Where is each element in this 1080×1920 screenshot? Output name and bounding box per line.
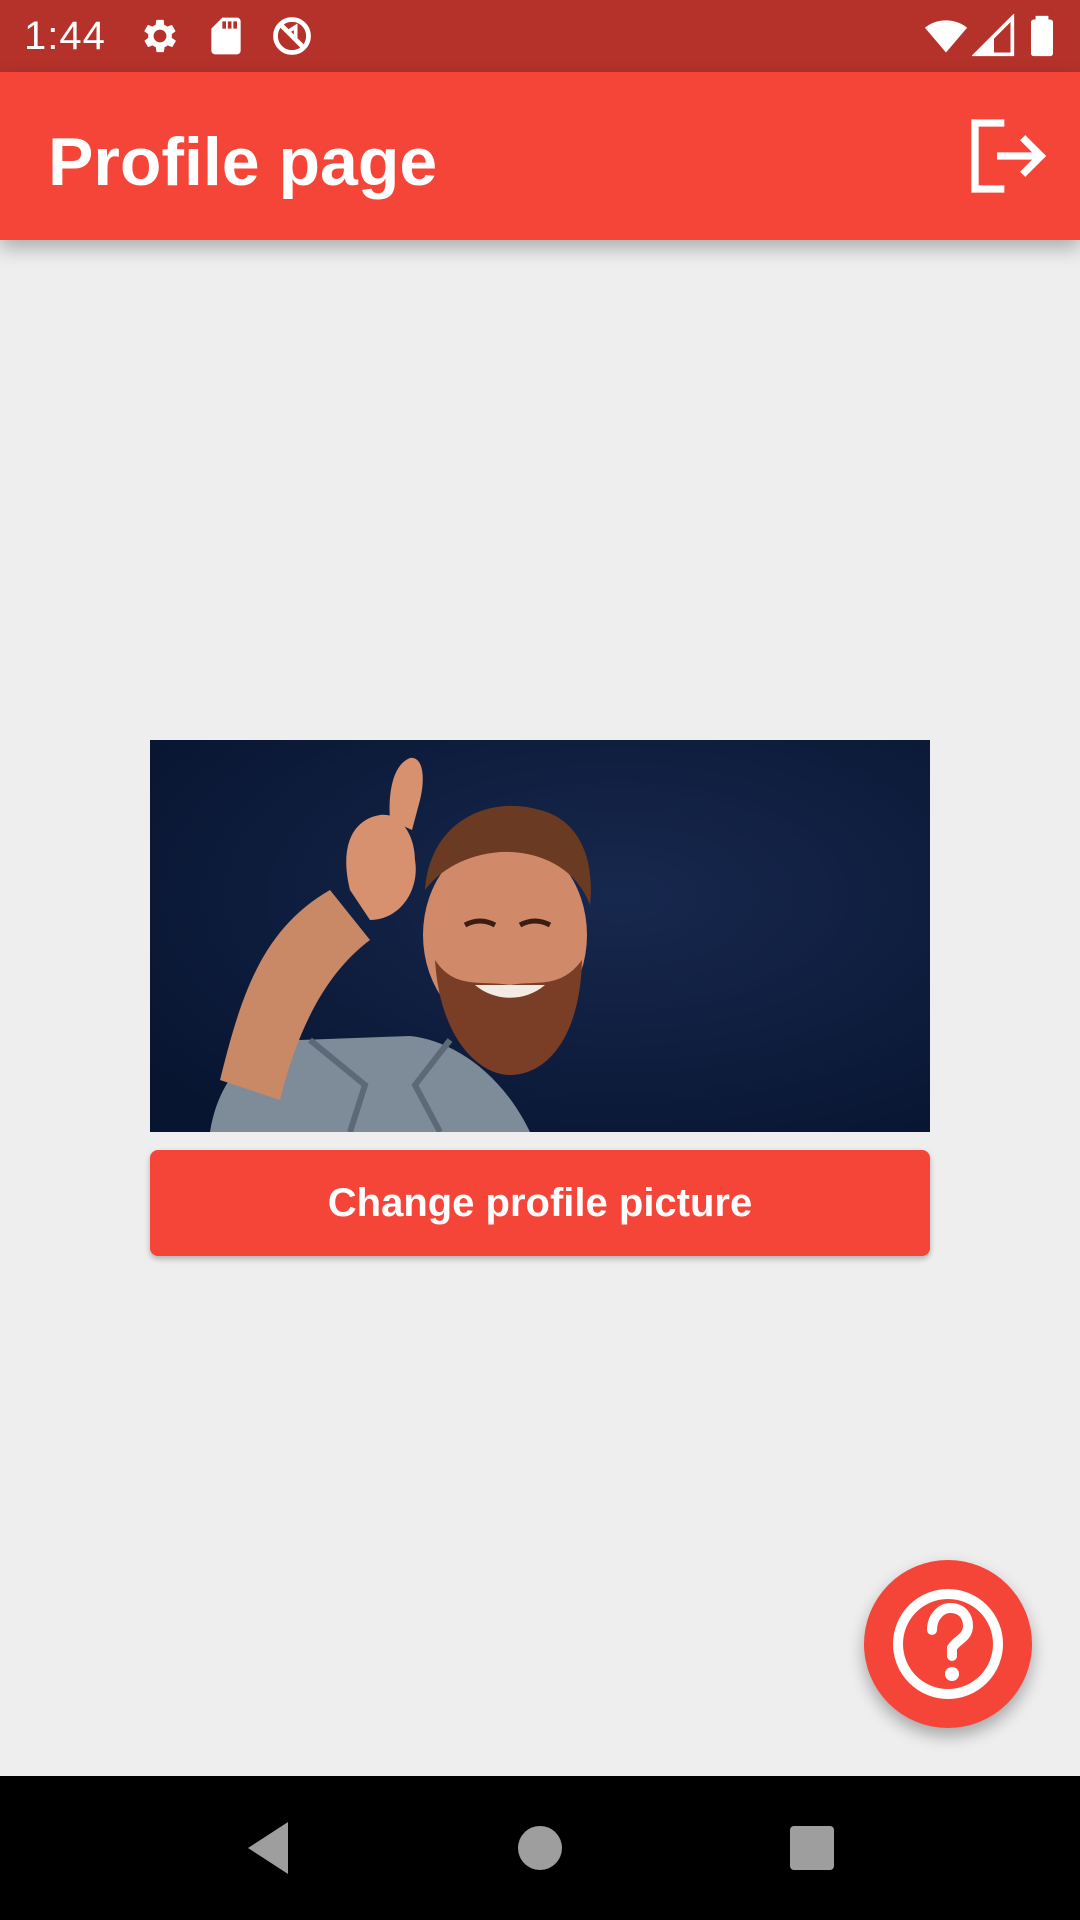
- signal-icon: [972, 14, 1016, 58]
- change-profile-picture-label: Change profile picture: [327, 1180, 753, 1225]
- back-button[interactable]: [236, 1816, 300, 1880]
- navigation-bar: [0, 1776, 1080, 1920]
- sd-card-icon: [204, 14, 248, 58]
- app-bar: Profile page: [0, 72, 1080, 240]
- blocked-icon: [270, 14, 314, 58]
- home-icon: [518, 1826, 562, 1870]
- profile-picture: [150, 740, 930, 1132]
- status-time: 1:44: [24, 14, 106, 58]
- home-button[interactable]: [508, 1816, 572, 1880]
- help-button[interactable]: [864, 1560, 1032, 1728]
- status-bar: 1:44: [0, 0, 1080, 72]
- recents-icon: [790, 1826, 834, 1870]
- battery-icon: [1020, 14, 1064, 58]
- change-profile-picture-button[interactable]: Change profile picture: [150, 1150, 930, 1256]
- back-icon: [248, 1822, 288, 1874]
- logout-button[interactable]: [964, 112, 1052, 200]
- page-title: Profile page: [48, 124, 438, 200]
- settings-icon: [138, 14, 182, 58]
- recents-button[interactable]: [780, 1816, 844, 1880]
- logout-icon: [971, 119, 1047, 193]
- help-icon: [893, 1589, 1003, 1699]
- wifi-icon: [924, 14, 968, 58]
